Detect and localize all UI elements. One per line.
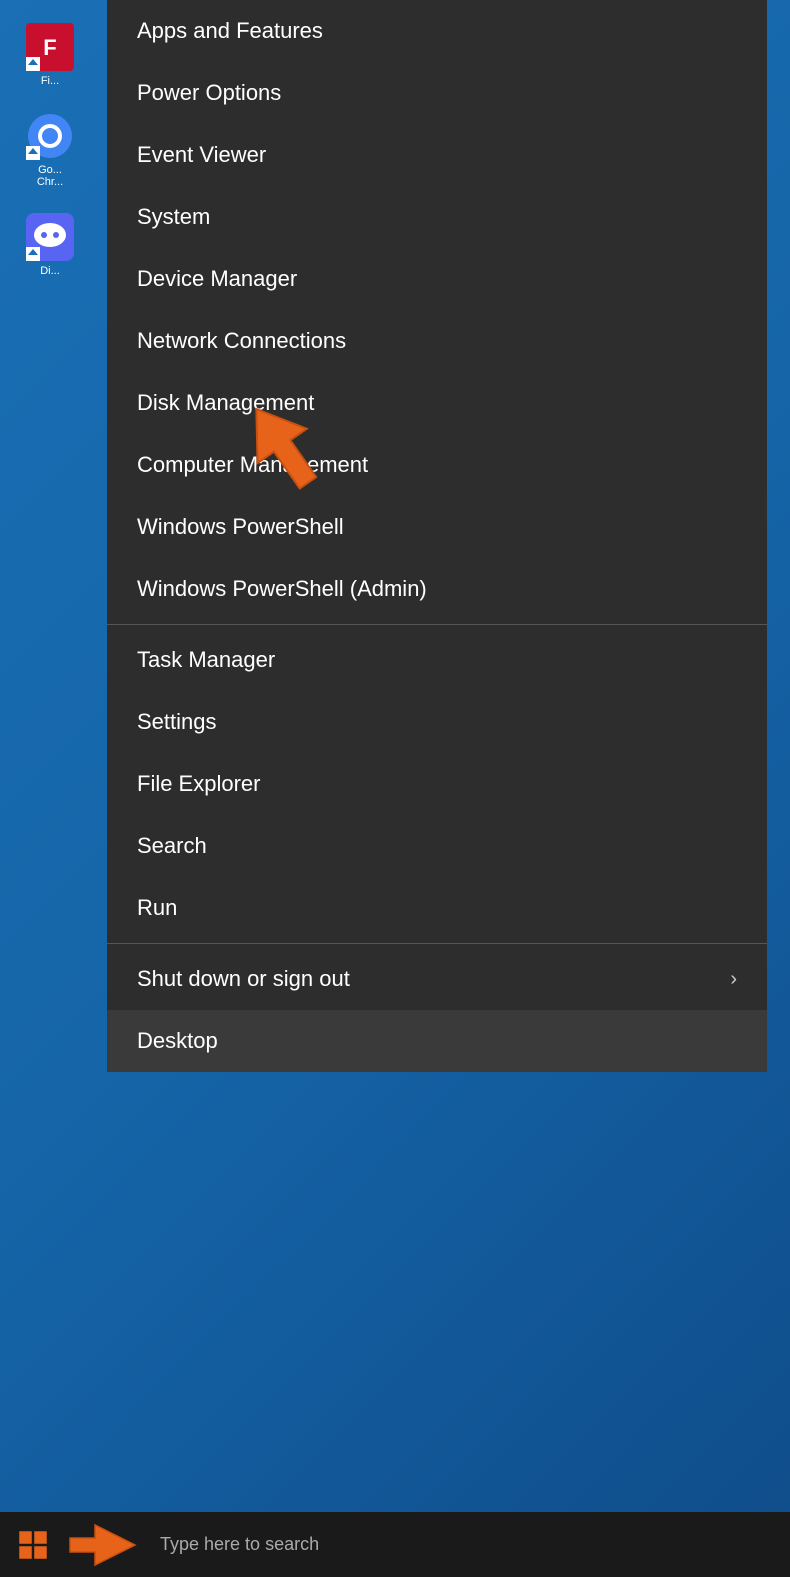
- menu-item-device-manager[interactable]: Device Manager: [107, 248, 767, 310]
- icon-img-1: F: [26, 23, 74, 71]
- menu-item-label-shut-down: Shut down or sign out: [137, 966, 350, 992]
- menu-item-label-network-connections: Network Connections: [137, 328, 346, 354]
- taskbar: Type here to search: [0, 1512, 790, 1577]
- menu-item-label-apps-features: Apps and Features: [137, 18, 323, 44]
- menu-item-label-windows-powershell-admin: Windows PowerShell (Admin): [137, 576, 427, 602]
- menu-item-disk-management[interactable]: Disk Management: [107, 372, 767, 434]
- menu-item-label-run: Run: [137, 895, 177, 921]
- menu-item-label-system: System: [137, 204, 210, 230]
- menu-item-event-viewer[interactable]: Event Viewer: [107, 124, 767, 186]
- desktop-icon-1-label: Fi...: [41, 75, 59, 87]
- taskbar-arrow-icon: [65, 1520, 145, 1570]
- menu-item-label-desktop: Desktop: [137, 1028, 218, 1054]
- desktop-icon-chrome[interactable]: Go...Chr...: [5, 105, 95, 195]
- menu-item-label-device-manager: Device Manager: [137, 266, 297, 292]
- menu-item-label-settings: Settings: [137, 709, 217, 735]
- menu-item-shut-down[interactable]: Shut down or sign out ›: [107, 948, 767, 1010]
- menu-item-search[interactable]: Search: [107, 815, 767, 877]
- svg-text:F: F: [43, 35, 56, 60]
- icon-img-discord: [26, 213, 74, 261]
- menu-item-apps-features[interactable]: Apps and Features: [107, 0, 767, 62]
- menu-item-computer-management[interactable]: Computer Management: [107, 434, 767, 496]
- menu-item-label-windows-powershell: Windows PowerShell: [137, 514, 344, 540]
- menu-item-desktop[interactable]: Desktop: [107, 1010, 767, 1072]
- menu-item-network-connections[interactable]: Network Connections: [107, 310, 767, 372]
- desktop-icon-discord[interactable]: Di...: [5, 200, 95, 290]
- icon-img-chrome: [26, 112, 74, 160]
- menu-item-run[interactable]: Run: [107, 877, 767, 939]
- taskbar-search[interactable]: Type here to search: [145, 1512, 790, 1577]
- taskbar-arrow-area: [65, 1512, 145, 1577]
- menu-item-label-search: Search: [137, 833, 207, 859]
- desktop-icon-chrome-label: Go...Chr...: [37, 164, 63, 188]
- menu-item-label-disk-management: Disk Management: [137, 390, 314, 416]
- menu-item-settings[interactable]: Settings: [107, 691, 767, 753]
- taskbar-search-text: Type here to search: [160, 1534, 319, 1555]
- menu-item-file-explorer[interactable]: File Explorer: [107, 753, 767, 815]
- menu-item-task-manager[interactable]: Task Manager: [107, 629, 767, 691]
- desktop-icons-area: F Fi... Go...Chr...: [0, 0, 110, 1500]
- start-button[interactable]: [0, 1512, 65, 1577]
- menu-separator-run: [107, 943, 767, 944]
- menu-item-label-power-options: Power Options: [137, 80, 281, 106]
- menu-item-label-task-manager: Task Manager: [137, 647, 275, 673]
- menu-item-label-event-viewer: Event Viewer: [137, 142, 266, 168]
- context-menu: Apps and Features Power Options Event View…: [107, 0, 767, 1072]
- menu-item-power-options[interactable]: Power Options: [107, 62, 767, 124]
- desktop-icon-1[interactable]: F Fi...: [5, 10, 95, 100]
- menu-item-label-file-explorer: File Explorer: [137, 771, 260, 797]
- menu-item-windows-powershell[interactable]: Windows PowerShell: [107, 496, 767, 558]
- menu-separator-windows-powershell-admin: [107, 624, 767, 625]
- windows-logo-icon: [18, 1530, 48, 1560]
- menu-item-chevron-shut-down: ›: [730, 968, 737, 991]
- desktop-icon-discord-label: Di...: [40, 265, 60, 277]
- menu-item-label-computer-management: Computer Management: [137, 452, 368, 478]
- menu-item-windows-powershell-admin[interactable]: Windows PowerShell (Admin): [107, 558, 767, 620]
- menu-item-system[interactable]: System: [107, 186, 767, 248]
